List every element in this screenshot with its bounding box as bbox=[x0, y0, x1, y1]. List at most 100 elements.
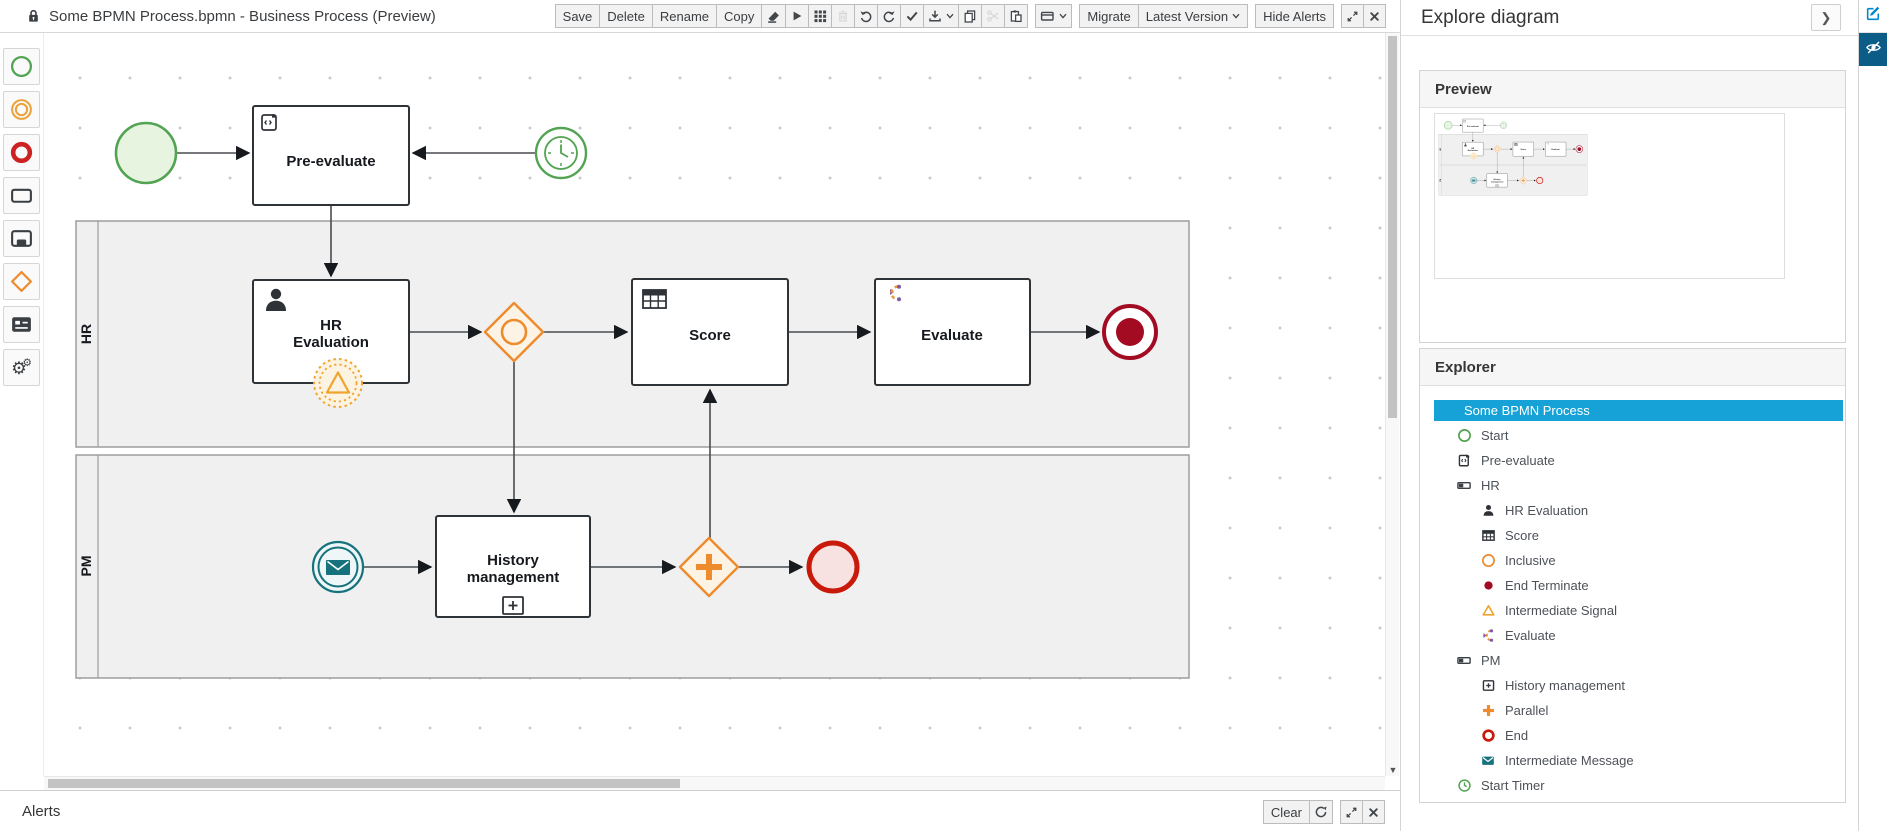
preview-minimap-viewport[interactable]: HR PM bbox=[1434, 113, 1785, 279]
task-evaluate-label: Evaluate bbox=[921, 327, 983, 344]
alerts-panel: Alerts Clear bbox=[0, 790, 1400, 831]
refresh-button[interactable] bbox=[1309, 800, 1333, 824]
hide-alerts-button[interactable]: Hide Alerts bbox=[1255, 4, 1334, 28]
explorer-item-inclusive[interactable]: Inclusive bbox=[1434, 548, 1843, 573]
end-event[interactable] bbox=[809, 543, 857, 591]
palette-start-button[interactable] bbox=[3, 48, 40, 85]
explorer-item-intermediate-message[interactable]: Intermediate Message bbox=[1434, 748, 1843, 773]
hide-alerts-button-label: Hide Alerts bbox=[1263, 9, 1326, 24]
timer-icon bbox=[1456, 778, 1472, 794]
subprocess-icon bbox=[1480, 678, 1496, 694]
download-button[interactable] bbox=[923, 4, 959, 28]
explorer-item-end[interactable]: End bbox=[1434, 723, 1843, 748]
table-icon bbox=[643, 290, 666, 308]
task-hr-evaluation-label1: HR bbox=[320, 317, 342, 334]
p-end-icon bbox=[9, 140, 34, 165]
close-icon bbox=[1369, 11, 1380, 22]
explorer-item-parallel[interactable]: Parallel bbox=[1434, 698, 1843, 723]
palette-data-button[interactable] bbox=[3, 306, 40, 343]
preview-title: Preview bbox=[1435, 81, 1492, 98]
explore-diagram-title: Explore diagram bbox=[1421, 7, 1559, 29]
rename-button[interactable]: Rename bbox=[652, 4, 717, 28]
explorer-item-hr[interactable]: HR bbox=[1434, 473, 1843, 498]
script-icon bbox=[1456, 453, 1472, 469]
horizontal-scrollbar[interactable] bbox=[44, 776, 1385, 790]
p-gateway-icon bbox=[9, 269, 34, 294]
explorer-item-start-timer[interactable]: Start Timer bbox=[1434, 773, 1843, 798]
eraser-button[interactable] bbox=[761, 4, 786, 28]
view-tab[interactable] bbox=[1859, 33, 1887, 66]
explorer-item-history-management[interactable]: History management bbox=[1434, 673, 1843, 698]
save-button[interactable]: Save bbox=[555, 4, 601, 28]
expand-icon bbox=[1346, 10, 1359, 23]
clear-button-label: Clear bbox=[1271, 805, 1302, 820]
palette-task-button[interactable] bbox=[3, 177, 40, 214]
side-tab-strip bbox=[1858, 0, 1887, 831]
close-button[interactable] bbox=[1362, 800, 1385, 824]
palette-end-button[interactable] bbox=[3, 134, 40, 171]
start-timer-event[interactable] bbox=[536, 128, 586, 178]
clear-button[interactable]: Clear bbox=[1263, 800, 1310, 824]
explorer-item-some-bpmn-process[interactable]: Some BPMN Process bbox=[1434, 400, 1843, 421]
copy-button[interactable]: Copy bbox=[716, 4, 762, 28]
redo-button[interactable] bbox=[877, 4, 901, 28]
intermediate-message-event[interactable] bbox=[313, 542, 363, 592]
horizontal-scrollbar-thumb[interactable] bbox=[48, 779, 680, 788]
explorer-item-pm[interactable]: PM bbox=[1434, 648, 1843, 673]
edit-tab[interactable] bbox=[1859, 0, 1887, 33]
end-terminate-event[interactable] bbox=[1104, 306, 1156, 358]
copy-button-label: Copy bbox=[724, 9, 754, 24]
migrate-button[interactable]: Migrate bbox=[1079, 4, 1138, 28]
explorer-item-intermediate-signal[interactable]: Intermediate Signal bbox=[1434, 598, 1843, 623]
palette-gateway-button[interactable] bbox=[3, 263, 40, 300]
shapes-palette: ⚙⚙ bbox=[0, 33, 44, 776]
cut-button[interactable] bbox=[981, 4, 1005, 28]
palette-intermediate-button[interactable] bbox=[3, 91, 40, 128]
intermediate-signal-event[interactable] bbox=[314, 359, 362, 407]
paste-button[interactable] bbox=[1004, 4, 1028, 28]
task-score[interactable]: Score bbox=[632, 279, 788, 385]
maximize-button[interactable] bbox=[1341, 4, 1364, 28]
delete-button[interactable]: Delete bbox=[599, 4, 653, 28]
close-icon bbox=[1368, 807, 1379, 818]
task-pre-evaluate[interactable]: Pre-evaluate bbox=[253, 106, 409, 205]
collapse-panel-button[interactable]: ❯ bbox=[1811, 4, 1841, 31]
svg-text:PM: PM bbox=[1440, 178, 1442, 181]
run-button[interactable] bbox=[785, 4, 809, 28]
form-button[interactable] bbox=[1035, 4, 1072, 28]
diagram-canvas[interactable]: HR PM bbox=[44, 33, 1385, 776]
lane-icon bbox=[1456, 478, 1472, 494]
button-group bbox=[1035, 4, 1072, 28]
end-icon bbox=[1480, 728, 1496, 744]
explorer-item-label: Intermediate Signal bbox=[1505, 603, 1617, 618]
vertical-scrollbar-thumb[interactable] bbox=[1388, 36, 1397, 418]
explorer-item-score[interactable]: Score bbox=[1434, 523, 1843, 548]
undo-button[interactable] bbox=[854, 4, 878, 28]
task-hr-evaluation-label2: Evaluation bbox=[293, 334, 369, 351]
duplicate-button[interactable] bbox=[958, 4, 982, 28]
start-event[interactable] bbox=[116, 123, 176, 183]
explorer-item-hr-evaluation[interactable]: HR Evaluation bbox=[1434, 498, 1843, 523]
explorer-item-start[interactable]: Start bbox=[1434, 423, 1843, 448]
maximize-button[interactable] bbox=[1340, 800, 1363, 824]
trash-button[interactable] bbox=[831, 4, 855, 28]
explorer-item-evaluate[interactable]: Evaluate bbox=[1434, 623, 1843, 648]
rename-button-label: Rename bbox=[660, 9, 709, 24]
edit-pencil-icon bbox=[1865, 5, 1882, 27]
palette-gears-button[interactable]: ⚙⚙ bbox=[3, 349, 40, 386]
explore-diagram-header: Explore diagram ❯ bbox=[1401, 0, 1859, 36]
explorer-item-label: HR Evaluation bbox=[1505, 503, 1588, 518]
version-button[interactable]: Latest Version bbox=[1138, 4, 1248, 28]
palette-subprocess-button[interactable] bbox=[3, 220, 40, 257]
validate-button[interactable] bbox=[900, 4, 924, 28]
end-terminate-icon bbox=[1480, 578, 1496, 594]
grid-button[interactable] bbox=[808, 4, 832, 28]
explorer-item-pre-evaluate[interactable]: Pre-evaluate bbox=[1434, 448, 1843, 473]
explorer-item-end-terminate[interactable]: End Terminate bbox=[1434, 573, 1843, 598]
duplicate-icon bbox=[963, 9, 977, 23]
task-evaluate[interactable]: Evaluate bbox=[875, 279, 1030, 385]
close-button[interactable] bbox=[1363, 4, 1386, 28]
vertical-scrollbar[interactable]: ▼ bbox=[1385, 33, 1399, 776]
subprocess-history-management[interactable]: History management bbox=[436, 516, 590, 617]
scroll-down-arrow-icon[interactable]: ▼ bbox=[1386, 765, 1400, 775]
